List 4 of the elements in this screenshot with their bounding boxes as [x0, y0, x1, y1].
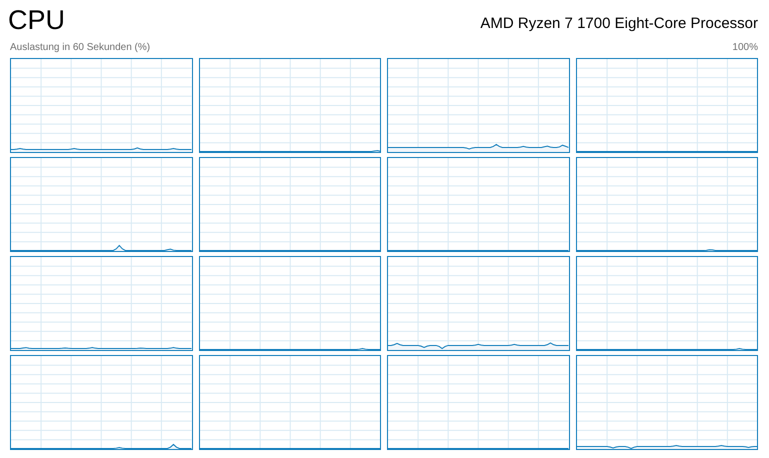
- max-label: 100%: [732, 41, 758, 55]
- page-title: CPU: [8, 4, 66, 36]
- processor-name: AMD Ryzen 7 1700 Eight-Core Processor: [480, 14, 758, 34]
- axis-label: Auslastung in 60 Sekunden (%): [10, 41, 150, 55]
